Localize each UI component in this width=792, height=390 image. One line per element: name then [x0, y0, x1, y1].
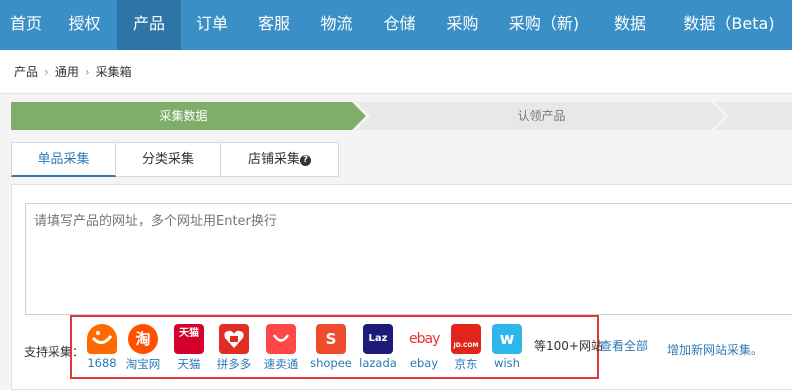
top-navigation: 首页 授权 产品 订单 客服 物流 仓储 采购 采购（新) 数据 数据（Beta…: [0, 0, 792, 50]
jd-icon: JD.COM: [451, 324, 481, 354]
nav-item-orders[interactable]: 订单: [181, 0, 243, 50]
site-label: 京东: [454, 357, 478, 371]
nav-item-logistics[interactable]: 物流: [305, 0, 368, 50]
view-all-link[interactable]: 查看全部: [600, 337, 648, 354]
chevron-right-icon: ›: [44, 65, 49, 79]
more-sites-text: 等100+网站: [534, 339, 603, 353]
site-label: wish: [494, 356, 520, 370]
breadcrumb-products[interactable]: 产品: [14, 65, 38, 79]
alibaba-smile-shape: [91, 331, 113, 344]
aliexpress-icon: [266, 324, 296, 354]
tab-single-product[interactable]: 单品采集: [11, 142, 116, 177]
site-shopee[interactable]: S shopee: [310, 324, 352, 370]
pinduoduo-icon: [219, 324, 249, 354]
site-label: 天猫: [177, 357, 201, 371]
site-tmall[interactable]: 天猫 天猫: [168, 324, 210, 372]
collection-panel: 采集数据 认领产品 单品采集 分类采集 店铺采集? 支持采集： 1688 淘 淘…: [0, 94, 792, 390]
site-lazada[interactable]: Laz lazada: [357, 324, 399, 370]
nav-item-warehouse[interactable]: 仓储: [368, 0, 431, 50]
taobao-icon: 淘: [128, 324, 158, 354]
site-aliexpress[interactable]: 速卖通: [260, 324, 302, 372]
site-1688[interactable]: 1688: [81, 324, 123, 370]
site-jd[interactable]: JD.COM 京东: [445, 324, 487, 372]
smile-shape: [272, 334, 290, 342]
add-site-link[interactable]: 增加新网站采集。: [667, 341, 763, 358]
alibaba-1688-icon: [87, 324, 117, 354]
url-input[interactable]: [25, 203, 792, 315]
tab-category[interactable]: 分类采集: [116, 142, 221, 177]
site-label: 淘宝网: [125, 357, 161, 371]
breadcrumb-general[interactable]: 通用: [55, 65, 79, 79]
supported-sites-highlight: 1688 淘 淘宝网 天猫 天猫 拼多多 速卖通 S shopee Laz la…: [70, 315, 648, 379]
site-wish[interactable]: w wish: [486, 324, 528, 370]
heart-shape: [224, 330, 244, 348]
step-claim-product: 认领产品: [517, 109, 566, 123]
site-label: shopee: [310, 356, 352, 370]
site-pinduoduo[interactable]: 拼多多: [213, 324, 255, 372]
nav-item-data-beta[interactable]: 数据（Beta): [666, 0, 792, 50]
site-ebay[interactable]: ebay ebay: [403, 324, 445, 370]
site-label: 速卖通: [263, 357, 299, 371]
nav-item-products[interactable]: 产品: [117, 0, 181, 50]
lazada-icon: Laz: [363, 324, 393, 354]
site-label: 拼多多: [216, 357, 252, 371]
nav-item-data[interactable]: 数据: [594, 0, 666, 50]
site-label: lazada: [359, 356, 397, 370]
step-progress: 采集数据 认领产品: [11, 102, 792, 130]
breadcrumb-collection-box: 采集箱: [95, 65, 132, 79]
tmall-icon: 天猫: [174, 324, 204, 354]
site-taobao[interactable]: 淘 淘宝网: [122, 324, 164, 372]
wish-icon: w: [492, 324, 522, 354]
site-label: 1688: [87, 356, 117, 370]
ebay-icon: ebay: [409, 324, 440, 354]
tab-store[interactable]: 店铺采集?: [221, 142, 339, 177]
chevron-right-icon: ›: [84, 65, 90, 79]
tab-store-label: 店铺采集: [247, 152, 300, 167]
help-icon[interactable]: ?: [300, 155, 311, 166]
breadcrumb: 产品 › 通用 › 采集箱: [0, 50, 792, 94]
nav-item-purchase[interactable]: 采购: [431, 0, 494, 50]
nav-item-auth[interactable]: 授权: [52, 0, 117, 50]
nav-item-purchase-new[interactable]: 采购（新): [494, 0, 594, 50]
shopee-icon: S: [316, 324, 346, 354]
collection-tabs: 单品采集 分类采集 店铺采集?: [11, 142, 339, 177]
nav-item-customer-service[interactable]: 客服: [243, 0, 305, 50]
site-label: ebay: [409, 356, 439, 370]
nav-item-home[interactable]: 首页: [0, 0, 52, 50]
step-collect-data: 采集数据: [159, 109, 208, 123]
